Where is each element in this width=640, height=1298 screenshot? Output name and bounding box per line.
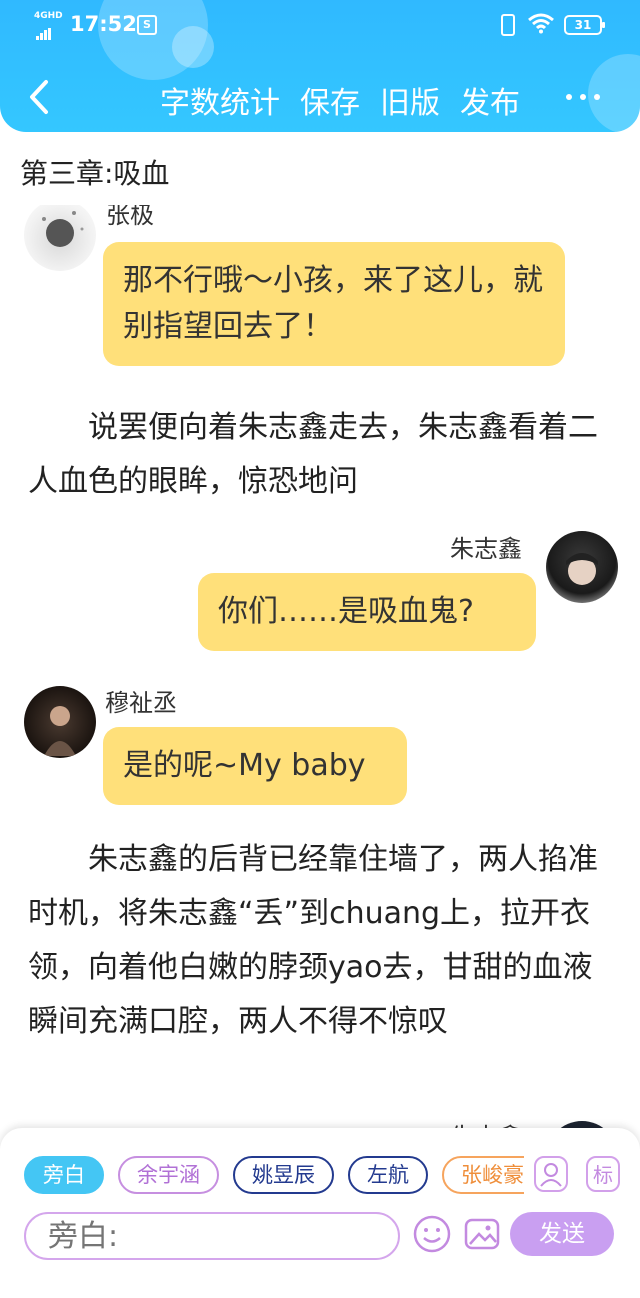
signal-icon: [36, 21, 52, 40]
avatar-zhuzhixin[interactable]: [546, 531, 618, 603]
send-button[interactable]: 发送: [510, 1212, 614, 1256]
role-chip[interactable]: 姚昱辰: [233, 1156, 334, 1194]
vibrate-icon: [501, 14, 515, 36]
speaker-name: 朱志鑫: [450, 535, 522, 563]
publish-button[interactable]: 发布: [460, 78, 520, 122]
battery-icon: 31: [564, 15, 605, 35]
speaker-name: 穆祉丞: [105, 689, 177, 717]
toolbar-actions: 字数统计 保存 旧版 发布: [160, 78, 540, 122]
narration-paragraph[interactable]: 说罢便向着朱志鑫走去，朱志鑫看着二人血色的眼眸，惊恐地问: [28, 401, 618, 509]
story-content[interactable]: 张极 那不行哦～小孩，来了这儿，就别指望回去了！ 说罢便向着朱志鑫走去，朱志鑫看…: [0, 205, 640, 1130]
message-input[interactable]: [24, 1212, 400, 1260]
nav-bar: 字数统计 保存 旧版 发布: [0, 66, 640, 128]
speaker-name: 张极: [106, 205, 154, 229]
more-options-icon[interactable]: [560, 76, 606, 118]
role-chip[interactable]: 余宇涵: [118, 1156, 219, 1194]
role-chip[interactable]: 左航: [348, 1156, 428, 1194]
notification-icon: S: [137, 15, 157, 35]
character-manage-icon[interactable]: [534, 1156, 568, 1192]
back-arrow-icon[interactable]: [20, 76, 60, 118]
avatar-muzhicheng[interactable]: [24, 686, 96, 758]
wifi-icon: [528, 13, 554, 34]
tag-button[interactable]: 标: [586, 1156, 620, 1192]
network-type: 4GHD: [34, 11, 63, 21]
save-button[interactable]: 保存: [300, 78, 360, 122]
chapter-title: 第三章:吸血: [20, 157, 170, 190]
status-bar: 4GHD 17:52 S 31: [0, 0, 640, 48]
word-count-button[interactable]: 字数统计: [160, 78, 280, 122]
role-chip[interactable]: 张峻豪: [442, 1156, 524, 1194]
chat-bubble[interactable]: 是的呢~My baby: [103, 727, 407, 805]
chat-bubble[interactable]: 你们……是吸血鬼?: [198, 573, 536, 651]
top-header: 4GHD 17:52 S 31 字数统计 保存 旧版 发布: [0, 0, 640, 132]
avatar-zhangji[interactable]: [24, 205, 96, 271]
narration-paragraph[interactable]: 朱志鑫的后背已经靠住墙了，两人掐准时机，将朱志鑫“丢”到chuang上，拉开衣领…: [28, 833, 618, 1049]
input-panel: 旁白 余宇涵 姚昱辰 左航 张峻豪 标 发送: [0, 1128, 640, 1298]
chat-bubble[interactable]: 那不行哦～小孩，来了这儿，就别指望回去了！: [103, 242, 565, 366]
emoji-icon[interactable]: [412, 1214, 452, 1254]
image-icon[interactable]: [462, 1214, 502, 1254]
role-chip-narrator[interactable]: 旁白: [24, 1156, 104, 1194]
old-version-button[interactable]: 旧版: [380, 78, 440, 122]
status-time: 17:52: [70, 12, 137, 36]
role-selector: 旁白 余宇涵 姚昱辰 左航 张峻豪: [24, 1156, 524, 1198]
